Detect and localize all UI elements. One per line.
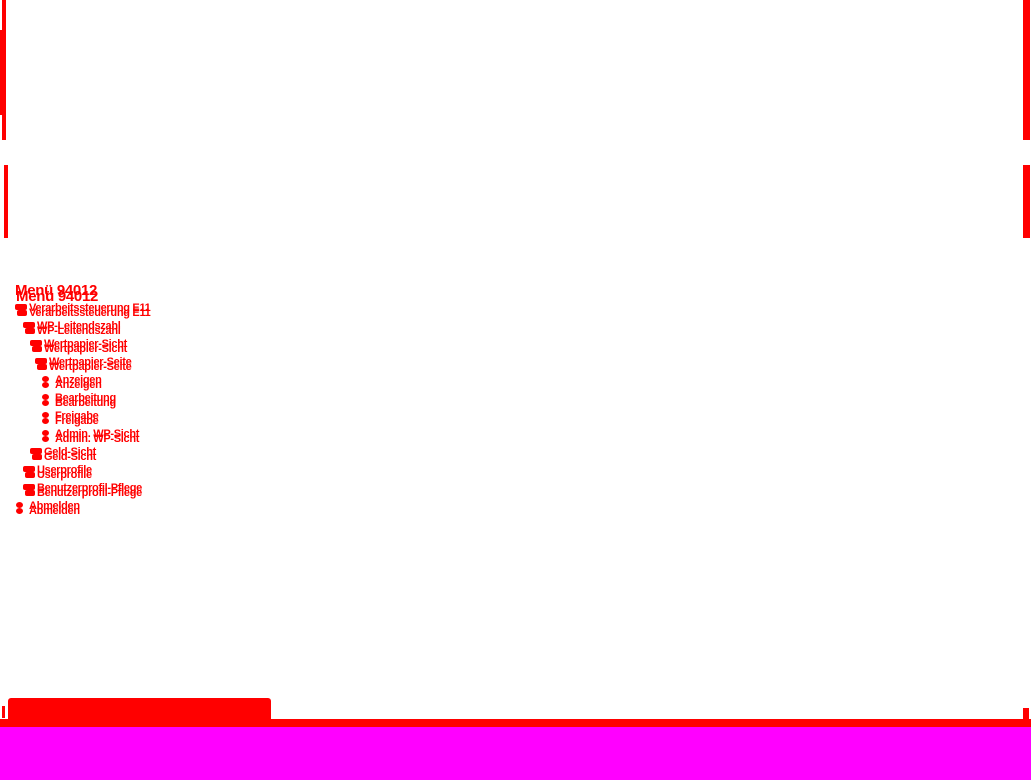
navigation-menu: Menü 94012 Verarbeitssteuerung E11 WP-Le… xyxy=(15,282,255,520)
mid-frame-left-border xyxy=(4,165,8,238)
menu-title: Menü 94012 xyxy=(15,282,98,299)
menu-item-label: WP-Leitendszahl xyxy=(37,320,121,332)
menu-item-anzeigen[interactable]: Anzeigen xyxy=(15,374,255,394)
menu-item-label: Userprofile xyxy=(37,464,92,476)
bottom-band xyxy=(0,727,1031,780)
mid-frame-right-border xyxy=(1023,165,1030,238)
bullet-icon xyxy=(15,502,25,514)
bullet-icon xyxy=(41,430,51,442)
menu-item-label: Abmelden xyxy=(29,500,80,512)
menu-item-label: Wertpapier-Seite xyxy=(49,356,132,368)
menu-item-abmelden[interactable]: Abmelden xyxy=(15,500,255,520)
menu-item-label: Wertpapier-Sicht xyxy=(44,338,128,350)
bullet-icon xyxy=(41,376,51,388)
top-frame-left-edge xyxy=(0,30,3,115)
top-frame-right-border xyxy=(1023,0,1030,140)
menu-item-label: Freigabe xyxy=(55,410,99,422)
menu-item-bearbeitung[interactable]: Bearbeitung xyxy=(15,392,255,412)
folder-icon xyxy=(15,304,27,316)
folder-icon xyxy=(35,358,47,370)
status-left-marker xyxy=(2,706,5,718)
menu-item-wertpapier-seite[interactable]: Wertpapier-Seite xyxy=(15,356,255,376)
menu-item-label: Anzeigen xyxy=(55,374,102,386)
menu-item-label: Verarbeitssteuerung E11 xyxy=(29,302,151,314)
bullet-icon xyxy=(41,412,51,424)
folder-icon xyxy=(23,322,35,334)
menu-item-label: Benutzerprofil-Pflege xyxy=(37,482,142,494)
folder-icon xyxy=(30,448,42,460)
menu-item-label: Bearbeitung xyxy=(55,392,116,404)
folder-icon xyxy=(23,466,35,478)
folder-icon xyxy=(30,340,42,352)
folder-icon xyxy=(23,484,35,496)
status-bar-divider xyxy=(0,719,1031,727)
menu-item-label: Admin. WP-Sicht xyxy=(55,428,140,440)
menu-item-label: Geld-Sicht xyxy=(44,446,97,458)
status-right-marker xyxy=(1023,708,1029,720)
bullet-icon xyxy=(41,394,51,406)
